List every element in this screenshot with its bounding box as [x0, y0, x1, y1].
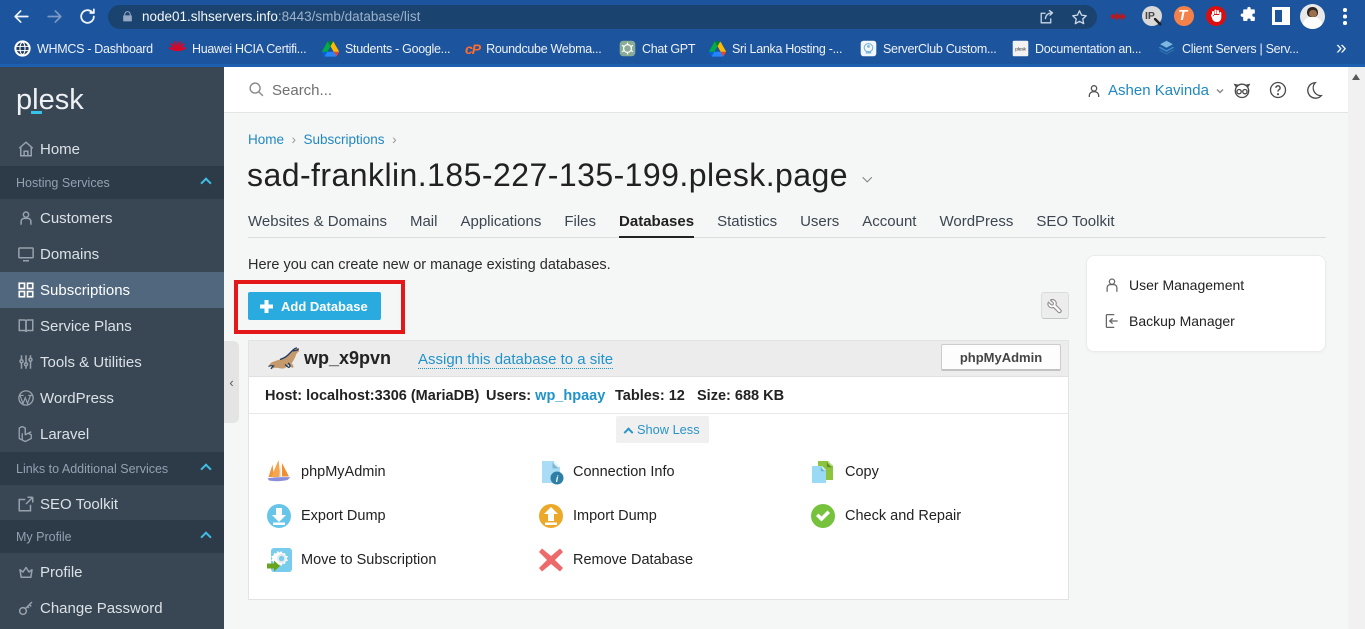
- svg-text:plesk: plesk: [1015, 47, 1026, 53]
